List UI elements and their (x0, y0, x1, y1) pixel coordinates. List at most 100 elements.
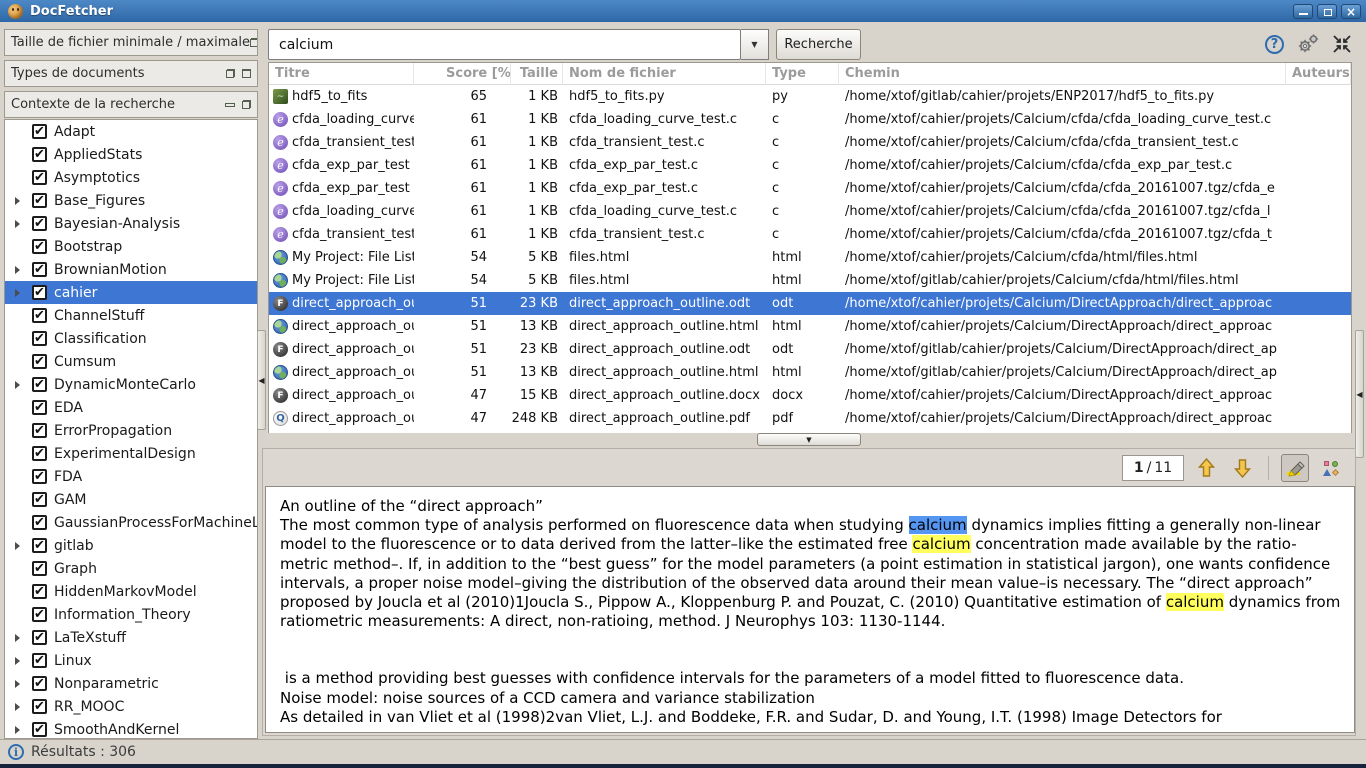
tree-item-bootstrap[interactable]: ✔Bootstrap (5, 235, 257, 258)
table-row[interactable]: ~hdf5_to_fits651 KBhdf5_to_fits.pypy/hom… (269, 85, 1351, 108)
tree-item-cumsum[interactable]: ✔Cumsum (5, 350, 257, 373)
tree-item-adapt[interactable]: ✔Adapt (5, 120, 257, 143)
maximize-button[interactable] (1317, 4, 1337, 19)
restore-panel-icon[interactable] (250, 38, 258, 47)
panel-header-search-scope[interactable]: Contexte de la recherche (4, 91, 258, 118)
table-row[interactable]: ecfda_loading_curve_test611 KBcfda_loadi… (269, 200, 1351, 223)
tree-item-errorpropagation[interactable]: ✔ErrorPropagation (5, 419, 257, 442)
left-sash-handle[interactable]: ◀ (257, 330, 266, 430)
sash-collapse-down-button[interactable]: ▼ (757, 433, 861, 446)
table-row[interactable]: Fdirect_approach_outline5123 KBdirect_ap… (269, 292, 1351, 315)
table-row[interactable]: ecfda_transient_test611 KBcfda_transient… (269, 223, 1351, 246)
checkbox[interactable]: ✔ (32, 446, 47, 461)
search-input[interactable] (268, 29, 741, 60)
tree-item-hiddenmarkovmodel[interactable]: ✔HiddenMarkovModel (5, 580, 257, 603)
checkbox[interactable]: ✔ (32, 331, 47, 346)
panel-header-min-max-filesize[interactable]: Taille de fichier minimale / maximale (4, 29, 258, 56)
tree-item-fda[interactable]: ✔FDA (5, 465, 257, 488)
expander-icon[interactable] (15, 703, 27, 711)
table-row[interactable]: Qdirect_approach_outline47248 KBdirect_a… (269, 407, 1351, 430)
column-header-chemin[interactable]: Chemin (839, 63, 1286, 85)
tree-item-asymptotics[interactable]: ✔Asymptotics (5, 166, 257, 189)
restore-panel-icon[interactable] (226, 69, 235, 78)
preferences-gear-icon[interactable] (1296, 33, 1320, 55)
checkbox[interactable]: ✔ (32, 285, 47, 300)
column-header-titre[interactable]: Titre (269, 63, 414, 85)
expander-icon[interactable] (15, 657, 27, 665)
checkbox[interactable]: ✔ (32, 170, 47, 185)
table-row[interactable]: Fdirect_approach_outline5123 KBdirect_ap… (269, 338, 1351, 361)
table-row[interactable]: direct_approach_outline5113 KBdirect_app… (269, 315, 1351, 338)
table-row[interactable]: Fdirect_approach_outline4715 KBdirect_ap… (269, 384, 1351, 407)
tree-item-eda[interactable]: ✔EDA (5, 396, 257, 419)
tree-item-channelstuff[interactable]: ✔ChannelStuff (5, 304, 257, 327)
checkbox[interactable]: ✔ (32, 193, 47, 208)
checkbox[interactable]: ✔ (32, 584, 47, 599)
minimize-panel-icon[interactable] (225, 103, 235, 107)
checkbox[interactable]: ✔ (32, 515, 47, 530)
expander-icon[interactable] (15, 220, 27, 228)
table-row[interactable]: ecfda_exp_par_test611 KBcfda_exp_par_tes… (269, 154, 1351, 177)
table-row[interactable]: My Project: File List545 KBfiles.htmlhtm… (269, 246, 1351, 269)
checkbox[interactable]: ✔ (32, 216, 47, 231)
checkbox[interactable]: ✔ (32, 722, 47, 737)
tree-item-rr-mooc[interactable]: ✔RR_MOOC (5, 695, 257, 718)
expander-icon[interactable] (15, 542, 27, 550)
tree-item-classification[interactable]: ✔Classification (5, 327, 257, 350)
expander-icon[interactable] (15, 289, 27, 297)
tree-item-brownianmotion[interactable]: ✔BrownianMotion (5, 258, 257, 281)
expander-icon[interactable] (15, 634, 27, 642)
search-button[interactable]: Recherche (776, 29, 861, 60)
tree-item-information-theory[interactable]: ✔Information_Theory (5, 603, 257, 626)
close-button[interactable]: × (1341, 4, 1361, 19)
help-icon[interactable]: ? (1265, 35, 1284, 54)
expander-icon[interactable] (15, 726, 27, 734)
column-header-taille[interactable]: Taille (511, 63, 563, 85)
right-sash-handle[interactable]: ◀ (1355, 330, 1364, 458)
checkbox[interactable]: ✔ (32, 630, 47, 645)
panel-header-document-types[interactable]: Types de documents (4, 60, 258, 87)
checkbox[interactable]: ✔ (32, 262, 47, 277)
tree-item-dynamicmontecarlo[interactable]: ✔DynamicMonteCarlo (5, 373, 257, 396)
checkbox[interactable]: ✔ (32, 124, 47, 139)
table-row[interactable]: direct_approach_outline5113 KBdirect_app… (269, 361, 1351, 384)
tree-item-cahier[interactable]: ✔cahier (5, 281, 257, 304)
tree-item-latexstuff[interactable]: ✔LaTeXstuff (5, 626, 257, 649)
column-header-nom-de-fichier[interactable]: Nom de fichier (563, 63, 766, 85)
tree-item-gam[interactable]: ✔GAM (5, 488, 257, 511)
table-row[interactable]: ecfda_exp_par_test611 KBcfda_exp_par_tes… (269, 177, 1351, 200)
expander-icon[interactable] (15, 197, 27, 205)
checkbox[interactable]: ✔ (32, 400, 47, 415)
collapse-program-icon[interactable] (1332, 34, 1352, 54)
checkbox[interactable]: ✔ (32, 561, 47, 576)
tree-item-bayesian-analysis[interactable]: ✔Bayesian-Analysis (5, 212, 257, 235)
checkbox[interactable]: ✔ (32, 607, 47, 622)
checkbox[interactable]: ✔ (32, 469, 47, 484)
tree-item-smoothandkernel[interactable]: ✔SmoothAndKernel (5, 718, 257, 739)
open-external-button[interactable] (1317, 454, 1345, 482)
tree-item-appliedstats[interactable]: ✔AppliedStats (5, 143, 257, 166)
expander-icon[interactable] (15, 680, 27, 688)
column-header-auteurs[interactable]: Auteurs (1286, 63, 1351, 85)
restore-panel-icon[interactable] (242, 100, 251, 109)
checkbox[interactable]: ✔ (32, 653, 47, 668)
tree-item-graph[interactable]: ✔Graph (5, 557, 257, 580)
checkbox[interactable]: ✔ (32, 354, 47, 369)
search-history-dropdown[interactable]: ▼ (741, 29, 769, 60)
maximize-panel-icon[interactable] (242, 69, 251, 78)
checkbox[interactable]: ✔ (32, 377, 47, 392)
minimize-button[interactable] (1293, 4, 1313, 19)
checkbox[interactable]: ✔ (32, 492, 47, 507)
tree-item-linux[interactable]: ✔Linux (5, 649, 257, 672)
checkbox[interactable]: ✔ (32, 538, 47, 553)
tree-item-gaussianprocessformachinelearning[interactable]: ✔GaussianProcessForMachineLearning (5, 511, 257, 534)
checkbox[interactable]: ✔ (32, 147, 47, 162)
tree-item-gitlab[interactable]: ✔gitlab (5, 534, 257, 557)
checkbox[interactable]: ✔ (32, 423, 47, 438)
table-row[interactable]: My Project: File List545 KBfiles.htmlhtm… (269, 269, 1351, 292)
table-row[interactable]: ecfda_transient_test611 KBcfda_transient… (269, 131, 1351, 154)
checkbox[interactable]: ✔ (32, 308, 47, 323)
tree-item-nonparametric[interactable]: ✔Nonparametric (5, 672, 257, 695)
previous-occurrence-button[interactable] (1192, 454, 1220, 482)
column-header-type[interactable]: Type (766, 63, 839, 85)
